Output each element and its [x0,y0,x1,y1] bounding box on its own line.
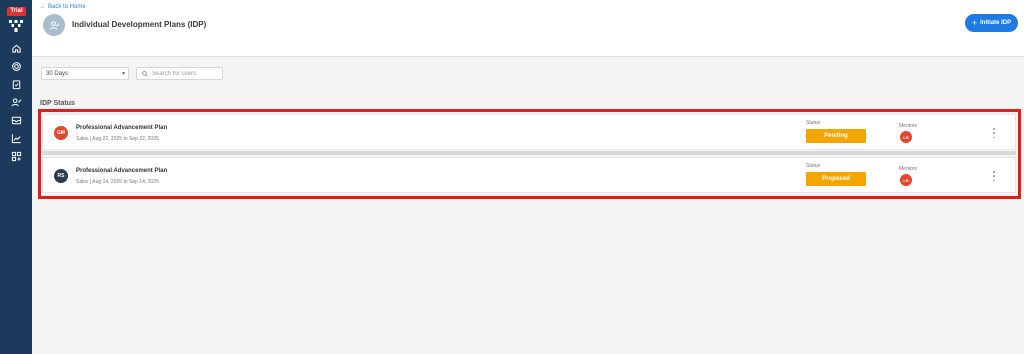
highlight-frame [38,109,1021,199]
inbox-icon[interactable] [10,114,22,126]
back-to-home-link[interactable]: ← Back to Home [40,4,86,10]
page-title: Individual Development Plans (IDP) [72,20,207,29]
target-icon[interactable] [10,60,22,72]
period-selected-value: 30 Days [46,70,69,77]
idp-page-icon [43,14,65,36]
initiate-idp-button[interactable]: + Initiate IDP [965,14,1018,32]
logo-icon[interactable] [9,19,23,32]
arrow-left-icon: ← [40,4,46,10]
back-link-label: Back to Home [48,4,86,10]
clipboard-icon[interactable] [10,78,22,90]
user-edit-icon[interactable] [10,96,22,108]
section-title: IDP Status [40,100,75,107]
chevron-down-icon: ▾ [121,71,125,77]
home-icon[interactable] [10,42,22,54]
search-box[interactable] [136,67,223,80]
sidebar: Trial [0,0,32,354]
period-select[interactable]: 30 Days ▾ [41,67,129,80]
initiate-idp-label: Initiate IDP [980,20,1012,26]
trial-badge: Trial [7,7,26,16]
search-users-input[interactable] [152,70,220,77]
plus-icon: + [971,17,978,28]
page-header: ← Back to Home Individual Development Pl… [32,0,1024,57]
apps-icon[interactable] [10,150,22,162]
chart-icon[interactable] [10,132,22,144]
search-icon [142,70,148,77]
